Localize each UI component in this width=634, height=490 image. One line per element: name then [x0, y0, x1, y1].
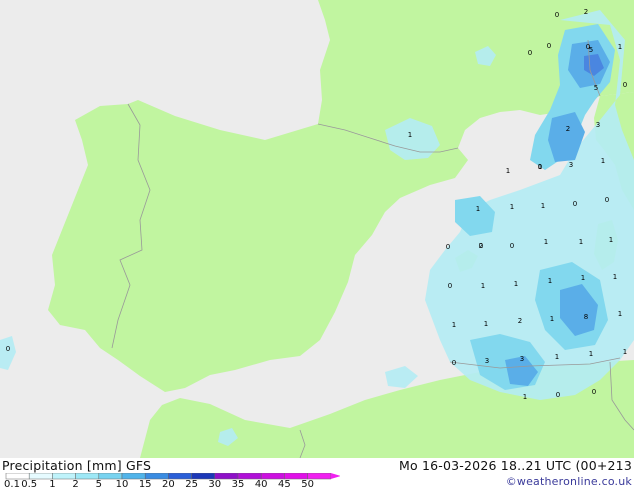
- map-value-label: 2: [518, 317, 522, 325]
- map-value-label: 1: [541, 202, 545, 210]
- map-canvas: 0 200 5 105012 313 110 01 1 10 0 02 1 1 1110 11 11 1 2 1 8 1…: [0, 0, 634, 458]
- valid-time-label: Mo 16-03-2026 18..21 UTC (00+213: [398, 458, 632, 473]
- map-value-label: 1: [550, 315, 554, 323]
- map-value-label: 1: [510, 203, 514, 211]
- map-value-label: 0: [538, 163, 542, 171]
- scale-label: 45: [278, 479, 291, 490]
- scale-label: 25: [185, 479, 198, 490]
- map-value-label: 2: [479, 242, 483, 250]
- map-value-label: 0: [605, 196, 609, 204]
- scale-arrow: [330, 473, 340, 479]
- map-value-label: 0: [586, 43, 590, 51]
- scale-label: 50: [301, 479, 314, 490]
- map-value-label: 0: [6, 345, 10, 353]
- map-value-label: 3: [485, 357, 489, 365]
- map-value-label: 3: [569, 161, 573, 169]
- scale-label: 2: [72, 479, 79, 490]
- map-value-label: 8: [584, 313, 588, 321]
- map-value-label: 1: [589, 350, 593, 358]
- map-value-label: 0: [555, 11, 559, 19]
- map-value-label: 0: [556, 391, 560, 399]
- map-value-label: 0: [573, 200, 577, 208]
- scale-label: 15: [138, 479, 152, 490]
- map-value-label: 1: [408, 131, 412, 139]
- map-value-label: 0: [623, 81, 627, 89]
- map-value-label: 1: [601, 157, 605, 165]
- scale-label: 35: [231, 479, 245, 490]
- footer-legend: Precipitation [mm] GFS Mo 16-03-2026 18.…: [0, 458, 634, 490]
- map-value-label: 0: [446, 243, 450, 251]
- map-value-label: 1: [579, 238, 583, 246]
- scale-label: 5: [95, 479, 102, 490]
- map-value-label: 0: [448, 282, 452, 290]
- map-value-label: 2: [566, 125, 570, 133]
- scale-label: 0.5: [21, 479, 38, 490]
- scale-label: 20: [162, 479, 175, 490]
- map-value-label: 1: [452, 321, 456, 329]
- map-value-label: 1: [523, 393, 527, 401]
- map-value-label: 1: [506, 167, 510, 175]
- credit-label: ©weatheronline.co.uk: [505, 475, 632, 488]
- precipitation-map: 0200510501231311001110002111110111112181…: [0, 0, 634, 458]
- map-value-label: 0: [592, 388, 596, 396]
- map-value-label: 1: [514, 280, 518, 288]
- map-value-label: 0: [452, 359, 456, 367]
- map-value-label: 0: [510, 242, 514, 250]
- map-value-label: 5: [594, 84, 598, 92]
- map-value-label: 1: [555, 353, 559, 361]
- model-label: GFS: [126, 458, 152, 473]
- map-value-label: 1: [476, 205, 480, 213]
- scale-label: 30: [208, 479, 222, 490]
- scale-label: 10: [115, 479, 129, 490]
- map-value-label: 3: [520, 355, 524, 363]
- map-value-label: 1: [618, 310, 622, 318]
- legend-title: Precipitation [mm] GFS: [2, 458, 151, 473]
- map-value-label: 0: [547, 42, 551, 50]
- map-value-label: 1: [544, 238, 548, 246]
- scale-label: 40: [254, 479, 268, 490]
- map-value-label: 1: [481, 282, 485, 290]
- parameter-label: Precipitation [mm]: [2, 458, 122, 473]
- map-value-label: 0: [528, 49, 532, 57]
- map-value-label: 1: [618, 43, 622, 51]
- map-value-label: 1: [548, 277, 552, 285]
- map-value-label: 1: [613, 273, 617, 281]
- map-value-label: 1: [623, 348, 627, 356]
- map-value-label: 1: [484, 320, 488, 328]
- scale-label: 1: [49, 479, 56, 490]
- map-value-label: 1: [609, 236, 613, 244]
- map-value-label: 3: [596, 121, 600, 129]
- scale-label: 0.1: [4, 479, 20, 490]
- map-value-label: 2: [584, 8, 588, 16]
- map-value-label: 1: [581, 274, 585, 282]
